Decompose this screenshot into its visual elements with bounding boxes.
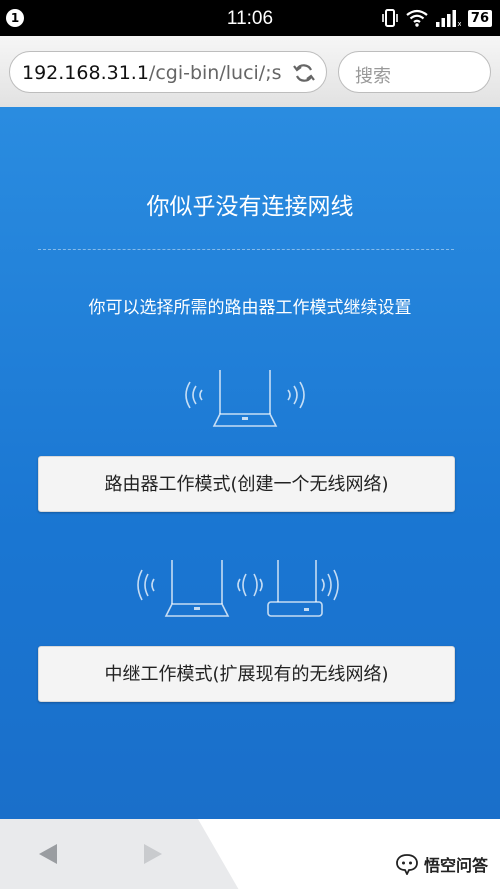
url-path: /cgi-bin/luci/;s (148, 62, 282, 84)
browser-address-bar: 192.168.31.1/cgi-bin/luci/;s 搜索 (0, 36, 500, 108)
router-mode-illustration (185, 370, 305, 427)
wifi-icon (406, 9, 428, 27)
dashed-divider (38, 249, 454, 250)
url-text: 192.168.31.1/cgi-bin/luci/;s (22, 62, 284, 84)
relay-mode-button[interactable]: 中继工作模式(扩展现有的无线网络) (38, 646, 455, 702)
router-setup-page: 你似乎没有连接网线 你可以选择所需的路由器工作模式继续设置 路由器工作模式(创建… (0, 107, 500, 819)
page-title: 你似乎没有连接网线 (146, 194, 354, 220)
status-icons: x 76 (381, 8, 492, 28)
wukong-logo-icon (396, 854, 418, 875)
vibrate-icon (382, 9, 398, 27)
watermark-text: 悟空问答 (423, 856, 488, 875)
url-host: 192.168.31.1 (22, 62, 149, 84)
reload-icon[interactable] (292, 61, 316, 85)
status-bar: 1 11:06 x 76 (0, 0, 500, 36)
back-arrow-icon[interactable] (37, 842, 59, 866)
signal-icon: x (435, 10, 461, 27)
svg-text:x: x (457, 20, 461, 27)
router-mode-button[interactable]: 路由器工作模式(创建一个无线网络) (38, 456, 455, 512)
relay-mode-illustration (137, 560, 339, 617)
url-input[interactable]: 192.168.31.1/cgi-bin/luci/;s (9, 51, 327, 93)
watermark: 悟空问答 (395, 852, 488, 876)
search-input[interactable]: 搜索 (338, 51, 491, 93)
forward-arrow-icon[interactable] (142, 842, 164, 866)
search-placeholder: 搜索 (355, 66, 391, 87)
browser-bottom-bar: 悟空问答 (0, 819, 500, 889)
battery-icon: 76 (467, 9, 492, 27)
mode-hint: 你可以选择所需的路由器工作模式继续设置 (88, 298, 412, 318)
